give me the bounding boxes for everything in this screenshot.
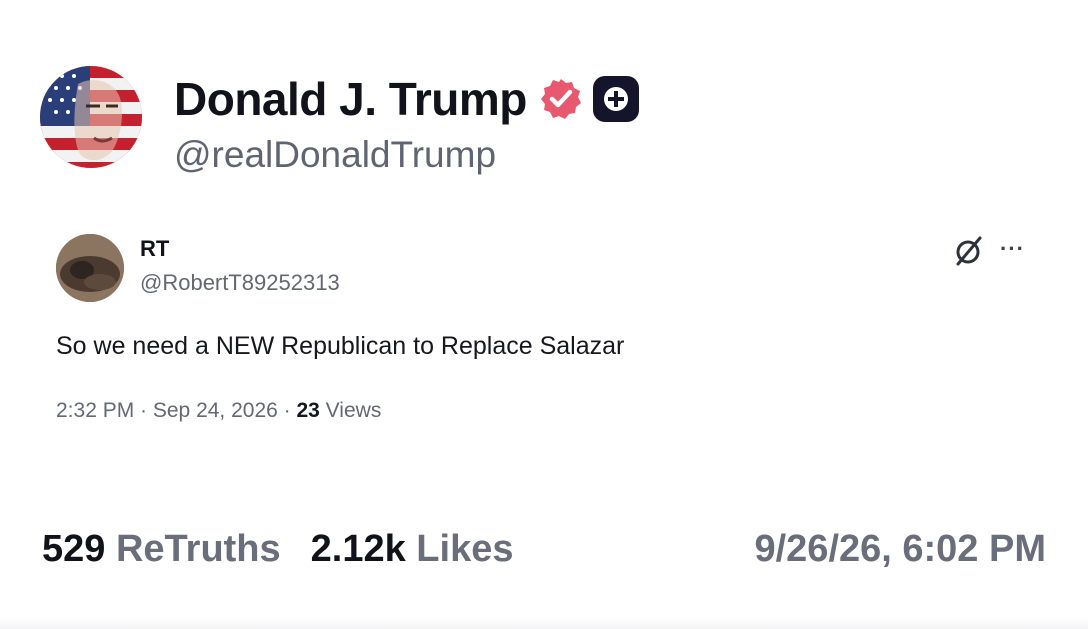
author-avatar[interactable]: [40, 66, 142, 168]
likes-count: 2.12k: [310, 528, 406, 570]
quoted-author-handle[interactable]: @RobertT89252313: [140, 270, 340, 296]
author-name-row: Donald J. Trump: [174, 70, 639, 128]
quoted-post-timestamp[interactable]: 2:32 PM · Sep 24, 2026 ·: [56, 399, 296, 422]
quoted-avatar-image: [56, 234, 124, 302]
retruths-count: 529: [42, 528, 106, 570]
retruths-label: ReTruths: [105, 528, 281, 570]
more-options-icon[interactable]: ···: [1000, 236, 1025, 262]
bottom-divider: [0, 618, 1088, 629]
post-timestamp[interactable]: 9/26/26, 6:02 PM: [754, 528, 1046, 571]
quoted-post-text: So we need a NEW Republican to Replace S…: [56, 332, 625, 360]
quoted-author-name[interactable]: RT: [140, 236, 169, 262]
flag-portrait-avatar: [40, 66, 142, 168]
likes-label: Likes: [405, 528, 514, 570]
verified-badge-icon: [540, 79, 581, 119]
retruths-stat[interactable]: 529 ReTruths: [42, 528, 281, 570]
views-count: 23: [296, 399, 320, 422]
plus-badge-icon: [592, 76, 639, 122]
quoted-post-meta: 2:32 PM · Sep 24, 2026 · 23 Views: [56, 399, 381, 423]
grok-icon[interactable]: [952, 234, 986, 268]
views-label: Views: [319, 399, 382, 422]
author-handle[interactable]: @realDonaldTrump: [174, 134, 496, 176]
post-stats: 529 ReTruths 2.12k Likes: [42, 528, 513, 571]
author-name[interactable]: Donald J. Trump: [174, 72, 527, 126]
likes-stat[interactable]: 2.12k Likes: [311, 528, 514, 570]
quoted-author-avatar[interactable]: [56, 234, 124, 302]
